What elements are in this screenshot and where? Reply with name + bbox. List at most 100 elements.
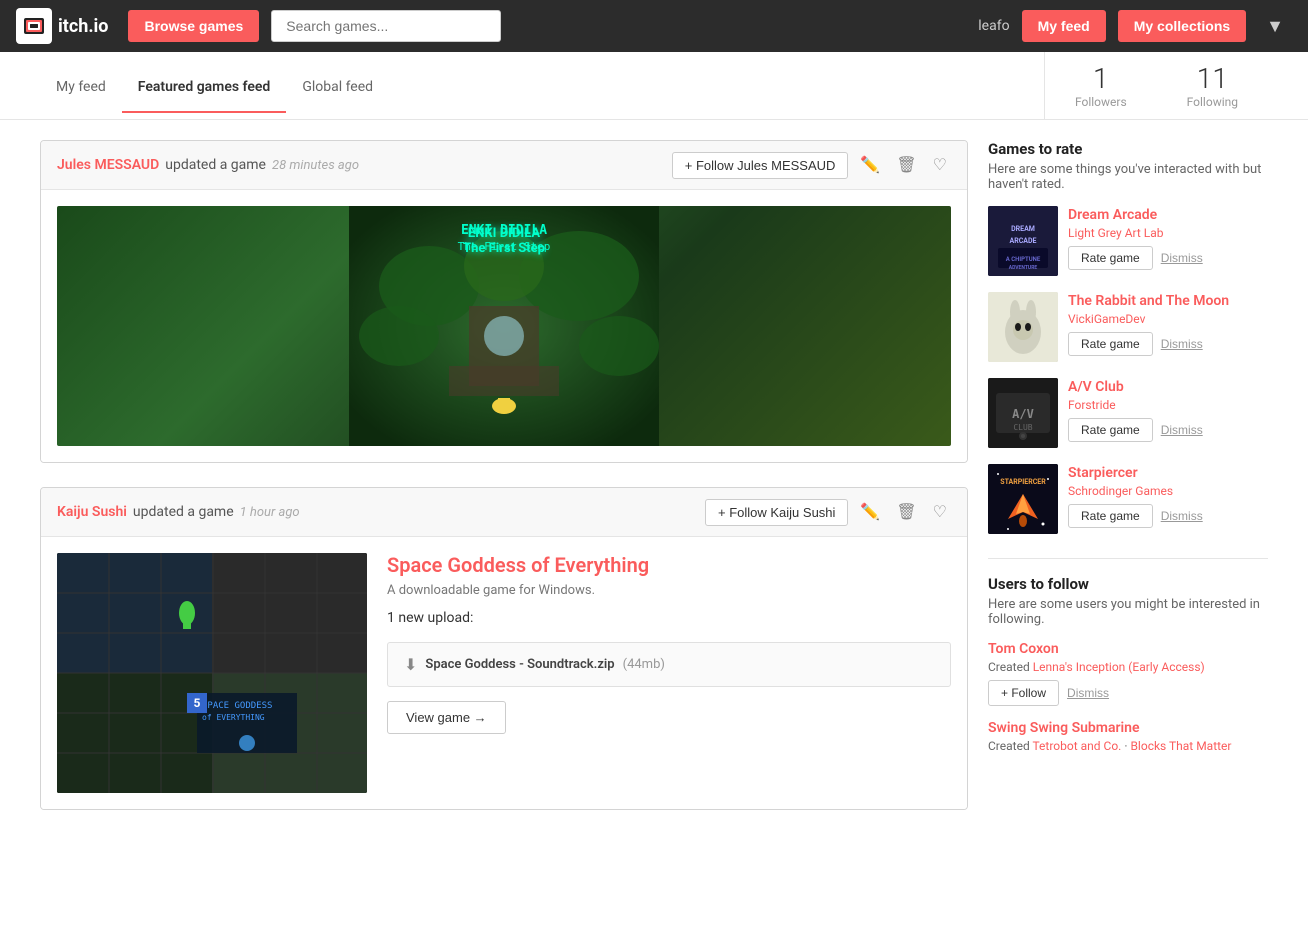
sidebar: Games to rate Here are some things you'v… bbox=[988, 140, 1268, 834]
card-2-thumbnail: SPACE GODDESS of EVERYTHING 5 bbox=[57, 553, 367, 793]
card-1-actions: + Follow Jules MESSAUD ✏️ 🗑 ♡ bbox=[672, 151, 951, 179]
tom-coxon-created: Created Lenna's Inception (Early Access) bbox=[988, 660, 1268, 674]
delete-icon-button-2[interactable]: 🗑 bbox=[892, 498, 920, 526]
svg-text:SPACE GODDESS: SPACE GODDESS bbox=[202, 701, 272, 711]
card-2-game-desc: A downloadable game for Windows. bbox=[387, 583, 951, 598]
view-game-2-button[interactable]: View game → bbox=[387, 701, 506, 734]
rate-dream-arcade-button[interactable]: Rate game bbox=[1068, 246, 1153, 270]
av-club-actions: Rate game Dismiss bbox=[1068, 418, 1268, 442]
card-1-body: ENKI DIDILA The First Step ENKI DIDILA -… bbox=[41, 190, 967, 462]
dream-arcade-info: Dream Arcade Light Grey Art Lab Rate gam… bbox=[1068, 206, 1268, 270]
heart-icon-button-2[interactable]: ♡ bbox=[929, 498, 951, 526]
username-label: leafo bbox=[978, 18, 1009, 34]
logo[interactable]: itch.io bbox=[16, 8, 108, 44]
rabbit-moon-dev[interactable]: VickiGameDev bbox=[1068, 312, 1268, 326]
card-2-game-title[interactable]: Space Goddess of Everything bbox=[387, 553, 951, 577]
svg-text:ENKI DIDILA: ENKI DIDILA bbox=[461, 223, 547, 238]
dream-arcade-dev[interactable]: Light Grey Art Lab bbox=[1068, 226, 1268, 240]
feed-card-1: Jules MESSAUD updated a game 28 minutes … bbox=[40, 140, 968, 463]
delete-icon-button[interactable]: 🗑 bbox=[892, 151, 920, 179]
av-club-title[interactable]: A/V Club bbox=[1068, 378, 1268, 396]
dream-arcade-title[interactable]: Dream Arcade bbox=[1068, 206, 1268, 224]
tetrobot-link[interactable]: Tetrobot and Co. bbox=[1032, 739, 1121, 753]
card-2-upload-label: 1 new upload: bbox=[387, 610, 951, 626]
rate-item-rabbit-moon: The Rabbit and The Moon VickiGameDev Rat… bbox=[988, 292, 1268, 362]
tab-featured-games-feed[interactable]: Featured games feed bbox=[122, 59, 287, 113]
following-label: Following bbox=[1187, 95, 1238, 109]
upload-size: (44mb) bbox=[623, 657, 665, 672]
svg-text:A CHIPTUNE: A CHIPTUNE bbox=[1006, 256, 1041, 263]
rate-av-club-button[interactable]: Rate game bbox=[1068, 418, 1153, 442]
card-1-thumbnail: ENKI DIDILA The First Step bbox=[57, 206, 951, 446]
svg-text:CLUB: CLUB bbox=[1013, 423, 1032, 432]
stats-area: 1 Followers 11 Following bbox=[1044, 52, 1268, 119]
tom-coxon-actions: + Follow Dismiss bbox=[988, 680, 1268, 706]
myfeed-button[interactable]: My feed bbox=[1022, 10, 1106, 42]
main-layout: Jules MESSAUD updated a game 28 minutes … bbox=[0, 120, 1308, 854]
users-to-follow-section: Users to follow Here are some users you … bbox=[988, 575, 1268, 753]
header: itch.io Browse games leafo My feed My co… bbox=[0, 0, 1308, 52]
tabs-bar: My feed Featured games feed Global feed … bbox=[0, 52, 1308, 120]
feed-column: Jules MESSAUD updated a game 28 minutes … bbox=[40, 140, 988, 834]
rate-item-starpiercer: STARPIERCER bbox=[988, 464, 1268, 534]
starpiercer-title[interactable]: Starpiercer bbox=[1068, 464, 1268, 482]
card-1-timestamp: 28 minutes ago bbox=[272, 158, 359, 173]
dismiss-av-club-button[interactable]: Dismiss bbox=[1161, 423, 1203, 437]
card-1-author[interactable]: Jules MESSAUD bbox=[57, 157, 159, 173]
lenna-inception-link[interactable]: Lenna's Inception (Early Access) bbox=[1033, 660, 1205, 674]
starpiercer-thumb: STARPIERCER bbox=[988, 464, 1058, 534]
browse-games-button[interactable]: Browse games bbox=[128, 10, 259, 42]
rabbit-moon-actions: Rate game Dismiss bbox=[1068, 332, 1268, 356]
dismiss-rabbit-moon-button[interactable]: Dismiss bbox=[1161, 337, 1203, 351]
card-2-author[interactable]: Kaiju Sushi bbox=[57, 504, 127, 520]
heart-icon-button[interactable]: ♡ bbox=[929, 151, 951, 179]
search-input[interactable] bbox=[271, 10, 501, 42]
svg-text:ADVENTURE: ADVENTURE bbox=[1009, 265, 1038, 271]
users-to-follow-title: Users to follow bbox=[988, 575, 1268, 593]
card-2-actions: + Follow Kaiju Sushi ✏️ 🗑 ♡ bbox=[705, 498, 951, 526]
logo-icon bbox=[16, 8, 52, 44]
sidebar-divider bbox=[988, 558, 1268, 559]
svg-text:DREAM: DREAM bbox=[1011, 225, 1035, 233]
tab-global-feed[interactable]: Global feed bbox=[286, 59, 389, 113]
user-item-swing-submarine: Swing Swing Submarine Created Tetrobot a… bbox=[988, 720, 1268, 753]
card-1-action: updated a game bbox=[165, 157, 266, 173]
edit-icon-button-2[interactable]: ✏️ bbox=[856, 498, 884, 526]
header-dropdown-button[interactable]: ▼ bbox=[1258, 12, 1292, 41]
feed-card-2: Kaiju Sushi updated a game 1 hour ago + … bbox=[40, 487, 968, 810]
rate-starpiercer-button[interactable]: Rate game bbox=[1068, 504, 1153, 528]
follow-jules-button[interactable]: + Follow Jules MESSAUD bbox=[672, 152, 849, 179]
rate-rabbit-moon-button[interactable]: Rate game bbox=[1068, 332, 1153, 356]
dream-arcade-thumb: DREAM ARCADE A CHIPTUNE ADVENTURE bbox=[988, 206, 1058, 276]
dismiss-dream-arcade-button[interactable]: Dismiss bbox=[1161, 251, 1203, 265]
dismiss-starpiercer-button[interactable]: Dismiss bbox=[1161, 509, 1203, 523]
rate-item-av-club: A/V CLUB A/V Club Forstride Rate game Di… bbox=[988, 378, 1268, 448]
games-to-rate-desc: Here are some things you've interacted w… bbox=[988, 162, 1268, 192]
edit-icon-button[interactable]: ✏️ bbox=[856, 151, 884, 179]
followers-count: 1 bbox=[1093, 62, 1109, 95]
card-2-timestamp: 1 hour ago bbox=[240, 505, 300, 520]
svg-text:STARPIERCER: STARPIERCER bbox=[1000, 478, 1046, 486]
card-2-info: Space Goddess of Everything A downloadab… bbox=[387, 553, 951, 793]
av-club-dev[interactable]: Forstride bbox=[1068, 398, 1268, 412]
card-2-action: updated a game bbox=[133, 504, 234, 520]
svg-text:A/V: A/V bbox=[1012, 407, 1034, 421]
mycollections-button[interactable]: My collections bbox=[1118, 10, 1246, 42]
starpiercer-dev[interactable]: Schrodinger Games bbox=[1068, 484, 1268, 498]
card-2-header: Kaiju Sushi updated a game 1 hour ago + … bbox=[41, 488, 967, 537]
swing-submarine-name[interactable]: Swing Swing Submarine bbox=[988, 720, 1268, 736]
blocks-that-matter-link[interactable]: Blocks That Matter bbox=[1130, 739, 1231, 753]
tom-coxon-name[interactable]: Tom Coxon bbox=[988, 641, 1268, 657]
svg-text:The First Step: The First Step bbox=[458, 240, 551, 253]
tab-my-feed[interactable]: My feed bbox=[40, 59, 122, 113]
svg-text:ARCADE: ARCADE bbox=[1010, 237, 1037, 245]
starpiercer-actions: Rate game Dismiss bbox=[1068, 504, 1268, 528]
games-to-rate-title: Games to rate bbox=[988, 140, 1268, 158]
follow-kaiju-button[interactable]: + Follow Kaiju Sushi bbox=[705, 499, 848, 526]
dismiss-tom-coxon-button[interactable]: Dismiss bbox=[1067, 686, 1109, 700]
dream-arcade-actions: Rate game Dismiss bbox=[1068, 246, 1268, 270]
upload-file-box: ⬇ Space Goddess - Soundtrack.zip (44mb) bbox=[387, 642, 951, 687]
rabbit-moon-title[interactable]: The Rabbit and The Moon bbox=[1068, 292, 1268, 310]
card-1-header: Jules MESSAUD updated a game 28 minutes … bbox=[41, 141, 967, 190]
follow-tom-coxon-button[interactable]: + Follow bbox=[988, 680, 1059, 706]
